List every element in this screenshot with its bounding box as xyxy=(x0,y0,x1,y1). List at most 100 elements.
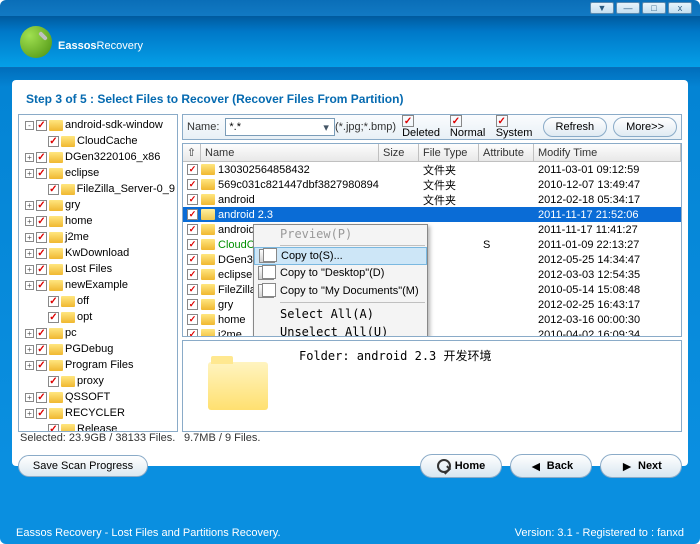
save-scan-button[interactable]: Save Scan Progress xyxy=(18,455,148,477)
tree-item[interactable]: +RECYCLER xyxy=(21,405,175,421)
row-checkbox[interactable] xyxy=(187,284,198,295)
more-button[interactable]: More>> xyxy=(613,117,677,137)
tree-item[interactable]: +j2me xyxy=(21,229,175,245)
tree-toggle[interactable]: + xyxy=(25,201,34,210)
minimize-button[interactable]: — xyxy=(616,2,640,14)
tree-toggle[interactable]: + xyxy=(25,217,34,226)
tree-checkbox[interactable] xyxy=(36,328,47,339)
col-name[interactable]: Name xyxy=(201,144,379,161)
name-filter-input[interactable] xyxy=(225,118,335,136)
col-size[interactable]: Size xyxy=(379,144,419,161)
tree-checkbox[interactable] xyxy=(48,312,59,323)
tree-item[interactable]: +KwDownload xyxy=(21,245,175,261)
tree-checkbox[interactable] xyxy=(48,376,59,387)
col-attr[interactable]: Attribute xyxy=(479,144,534,161)
tree-checkbox[interactable] xyxy=(36,360,47,371)
row-checkbox[interactable] xyxy=(187,194,198,205)
tree-toggle[interactable]: + xyxy=(25,249,34,258)
up-button[interactable]: ⇧ xyxy=(183,144,201,161)
file-row[interactable]: android 2.32011-11-17 21:52:06 xyxy=(183,207,681,222)
tree-checkbox[interactable] xyxy=(36,216,47,227)
back-button[interactable]: ◄Back xyxy=(510,454,592,478)
tree-item[interactable]: +PGDebug xyxy=(21,341,175,357)
tree-toggle xyxy=(37,137,46,146)
cm-unselect-all[interactable]: Unselect All(U) xyxy=(254,323,427,336)
cm-select-all[interactable]: Select All(A) xyxy=(254,305,427,323)
tree-item[interactable]: +Program Files xyxy=(21,357,175,373)
tree-toggle[interactable]: - xyxy=(25,121,34,130)
tree-toggle[interactable]: + xyxy=(25,169,34,178)
col-mod[interactable]: Modify Time xyxy=(534,144,681,161)
tree-toggle[interactable]: + xyxy=(25,281,34,290)
row-checkbox[interactable] xyxy=(187,239,198,250)
row-checkbox[interactable] xyxy=(187,179,198,190)
dropdown-icon[interactable]: ▾ xyxy=(323,121,329,134)
tree-toggle[interactable]: + xyxy=(25,265,34,274)
tree-item[interactable]: CloudCache xyxy=(21,133,175,149)
tree-checkbox[interactable] xyxy=(36,344,47,355)
row-checkbox[interactable] xyxy=(187,164,198,175)
tree-item[interactable]: proxy xyxy=(21,373,175,389)
tree-item[interactable]: Release xyxy=(21,421,175,432)
tree-checkbox[interactable] xyxy=(48,136,59,147)
titlebar-dropdown[interactable]: ▼ xyxy=(590,2,614,14)
tree-checkbox[interactable] xyxy=(36,232,47,243)
file-row[interactable]: android文件夹2012-02-18 05:34:17 xyxy=(183,192,681,207)
tree-checkbox[interactable] xyxy=(48,424,59,433)
cm-copy-desktop[interactable]: Copy to "Desktop"(D) xyxy=(254,264,427,282)
tree-toggle[interactable]: + xyxy=(25,233,34,242)
tree-checkbox[interactable] xyxy=(36,120,47,131)
tree-toggle[interactable]: + xyxy=(25,393,34,402)
tree-item[interactable]: +DGen3220106_x86 xyxy=(21,149,175,165)
tree-item[interactable]: +QSSOFT xyxy=(21,389,175,405)
tree-checkbox[interactable] xyxy=(36,392,47,403)
next-button[interactable]: ►Next xyxy=(600,454,682,478)
tree-item[interactable]: +gry xyxy=(21,197,175,213)
row-checkbox[interactable] xyxy=(187,209,198,220)
tree-item[interactable]: -android-sdk-window xyxy=(21,117,175,133)
tree-item[interactable]: FileZilla_Server-0_9 xyxy=(21,181,175,197)
normal-checkbox[interactable] xyxy=(450,115,462,127)
row-checkbox[interactable] xyxy=(187,299,198,310)
tree-checkbox[interactable] xyxy=(36,248,47,259)
tree-item[interactable]: +pc xyxy=(21,325,175,341)
cm-copy-to[interactable]: Copy to(S)... xyxy=(254,247,427,265)
close-button[interactable]: x xyxy=(668,2,692,14)
tree-checkbox[interactable] xyxy=(36,280,47,291)
cm-copy-docs[interactable]: Copy to "My Documents"(M) xyxy=(254,282,427,300)
folder-tree[interactable]: -android-sdk-windowCloudCache+DGen322010… xyxy=(18,114,178,432)
tree-item[interactable]: +eclipse xyxy=(21,165,175,181)
row-checkbox[interactable] xyxy=(187,254,198,265)
tree-checkbox[interactable] xyxy=(36,200,47,211)
list-body[interactable]: 130302564858432文件夹2011-03-01 09:12:59569… xyxy=(183,162,681,336)
row-checkbox[interactable] xyxy=(187,224,198,235)
tree-checkbox[interactable] xyxy=(36,264,47,275)
tree-item[interactable]: opt xyxy=(21,309,175,325)
row-checkbox[interactable] xyxy=(187,314,198,325)
tree-toggle[interactable]: + xyxy=(25,409,34,418)
row-checkbox[interactable] xyxy=(187,329,198,336)
system-checkbox[interactable] xyxy=(496,115,508,127)
footer-left: Eassos Recovery - Lost Files and Partiti… xyxy=(16,527,281,539)
row-checkbox[interactable] xyxy=(187,269,198,280)
tree-checkbox[interactable] xyxy=(36,168,47,179)
tree-checkbox[interactable] xyxy=(48,296,59,307)
tree-checkbox[interactable] xyxy=(36,152,47,163)
file-row[interactable]: 569c031c821447dbf3827980894...文件夹2010-12… xyxy=(183,177,681,192)
tree-checkbox[interactable] xyxy=(48,184,59,195)
maximize-button[interactable]: □ xyxy=(642,2,666,14)
home-button[interactable]: Home xyxy=(420,454,502,478)
deleted-checkbox[interactable] xyxy=(402,115,414,127)
tree-toggle[interactable]: + xyxy=(25,345,34,354)
col-type[interactable]: File Type xyxy=(419,144,479,161)
file-row[interactable]: 130302564858432文件夹2011-03-01 09:12:59 xyxy=(183,162,681,177)
tree-item[interactable]: +newExample xyxy=(21,277,175,293)
tree-item[interactable]: +home xyxy=(21,213,175,229)
refresh-button[interactable]: Refresh xyxy=(543,117,608,137)
tree-toggle[interactable]: + xyxy=(25,329,34,338)
tree-item[interactable]: off xyxy=(21,293,175,309)
tree-item[interactable]: +Lost Files xyxy=(21,261,175,277)
tree-checkbox[interactable] xyxy=(36,408,47,419)
tree-toggle[interactable]: + xyxy=(25,153,34,162)
tree-toggle[interactable]: + xyxy=(25,361,34,370)
